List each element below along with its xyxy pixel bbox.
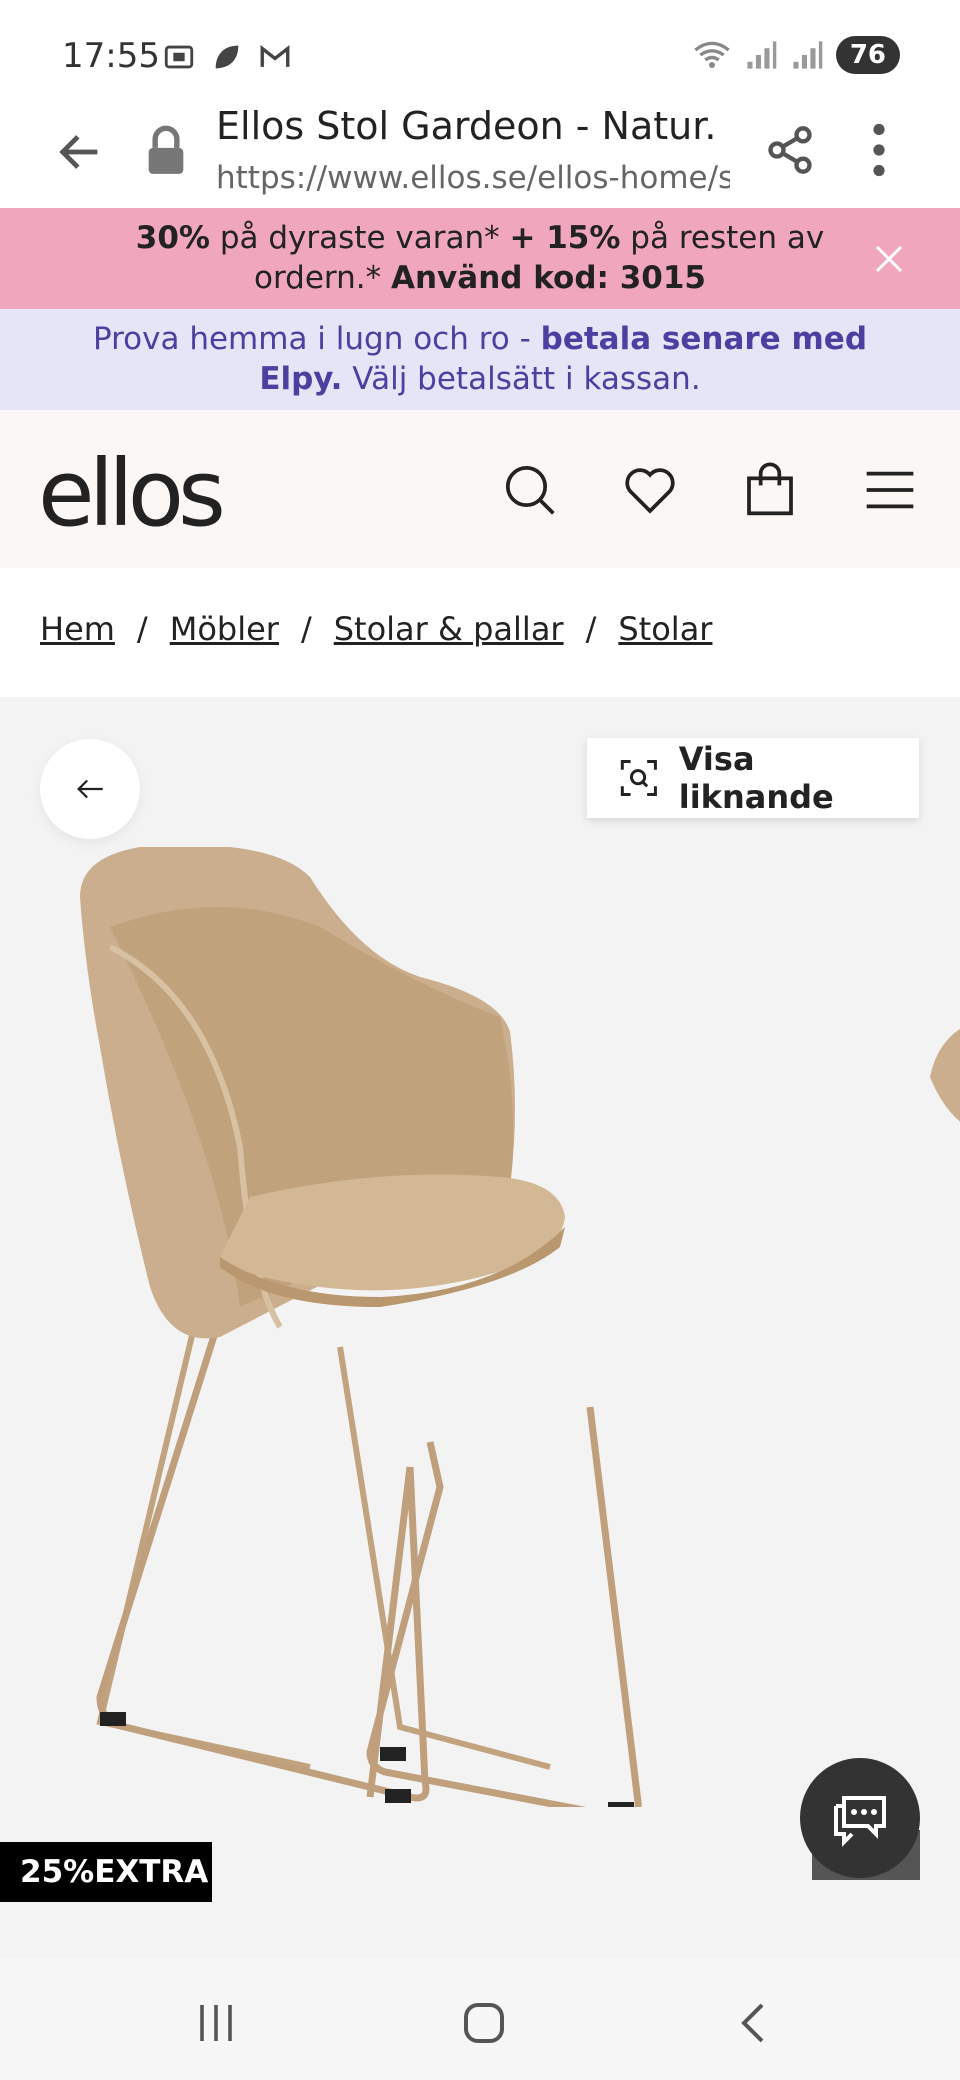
chat-icon [834, 1796, 886, 1847]
promo-text-2: på resten av [620, 220, 825, 256]
elpy-banner[interactable]: Prova hemma i lugn och ro - betala senar… [0, 309, 960, 410]
gmail-icon [260, 45, 290, 67]
promo-code: Använd kod: 3015 [391, 260, 706, 296]
elpy-brand: Elpy. [259, 361, 343, 397]
product-gallery[interactable]: Visa liknande 25%EXTRA [0, 697, 960, 1959]
elpy-line-1: Prova hemma i lugn och ro - betala senar… [0, 319, 960, 359]
promo-extra: + 15% [509, 220, 621, 256]
product-image-chair [80, 847, 642, 1807]
promo-text-3: ordern.* [254, 260, 391, 296]
screenshot-icon [164, 45, 194, 69]
back-arrow-icon[interactable] [54, 126, 106, 178]
breadcrumb-separator: / [300, 610, 312, 648]
ellos-logo[interactable]: ellos [38, 440, 226, 547]
promo-banner: 30% på dyraste varan* + 15% på resten av… [0, 208, 960, 309]
recent-apps-icon[interactable] [192, 1999, 240, 2047]
elpy-text-2: Välj betalsätt i kassan. [342, 361, 701, 397]
arrow-left-icon [77, 779, 103, 799]
leaf-icon [215, 45, 239, 69]
system-navigation-bar [0, 1959, 960, 2080]
close-icon[interactable] [874, 244, 904, 274]
elpy-line-2: Elpy. Välj betalsätt i kassan. [0, 359, 960, 399]
share-icon[interactable] [764, 122, 816, 178]
wifi-icon [694, 41, 730, 68]
breadcrumb-separator: / [585, 610, 597, 648]
status-bar: 17:55 76 [0, 0, 960, 110]
promo-line-2: ordern.* Använd kod: 3015 [0, 258, 960, 298]
site-header: ellos [0, 410, 960, 568]
breadcrumb-item-stolar[interactable]: Stolar [618, 610, 712, 648]
signal-icon-2 [793, 41, 823, 69]
elpy-text: Prova hemma i lugn och ro - [92, 321, 541, 357]
home-icon[interactable] [460, 1999, 508, 2047]
status-time: 17:55 [62, 36, 160, 76]
hamburger-menu-icon[interactable] [862, 462, 918, 518]
status-system-icons: 76 [692, 36, 900, 74]
signal-icon [747, 41, 777, 69]
next-image-preview[interactable] [930, 1017, 960, 1137]
chat-button[interactable] [800, 1758, 920, 1878]
discount-badge: 25%EXTRA [0, 1842, 212, 1902]
lock-icon[interactable] [144, 124, 188, 176]
promo-discount: 30% [135, 220, 210, 256]
status-notification-icons [162, 40, 292, 74]
visual-search-icon [620, 759, 657, 797]
breadcrumb: Hem / Möbler / Stolar & pallar / Stolar [40, 610, 712, 648]
url-address[interactable]: https://www.ellos.se/ellos-home/st [216, 160, 730, 196]
back-icon[interactable] [730, 1999, 778, 2047]
breadcrumb-item-mobler[interactable]: Möbler [170, 610, 279, 648]
gallery-back-button[interactable] [40, 739, 140, 839]
visa-liknande-button[interactable]: Visa liknande [587, 738, 919, 818]
heart-icon[interactable] [622, 462, 678, 518]
elpy-highlight: betala senare med [540, 321, 868, 357]
search-icon[interactable] [502, 462, 558, 518]
breadcrumb-item-hem[interactable]: Hem [40, 610, 115, 648]
visa-liknande-label: Visa liknande [678, 740, 834, 816]
promo-line-1: 30% på dyraste varan* + 15% på resten av [0, 218, 960, 258]
more-menu-icon[interactable] [864, 122, 894, 178]
breadcrumb-separator: / [136, 610, 148, 648]
breadcrumb-item-stolar-pallar[interactable]: Stolar & pallar [334, 610, 564, 648]
battery-indicator: 76 [835, 36, 900, 74]
page-title[interactable]: Ellos Stol Gardeon - Natur... [216, 104, 716, 148]
browser-url-bar: Ellos Stol Gardeon - Natur... https://ww… [0, 100, 960, 208]
promo-text: på dyraste varan* [210, 220, 510, 256]
shopping-bag-icon[interactable] [742, 462, 798, 518]
